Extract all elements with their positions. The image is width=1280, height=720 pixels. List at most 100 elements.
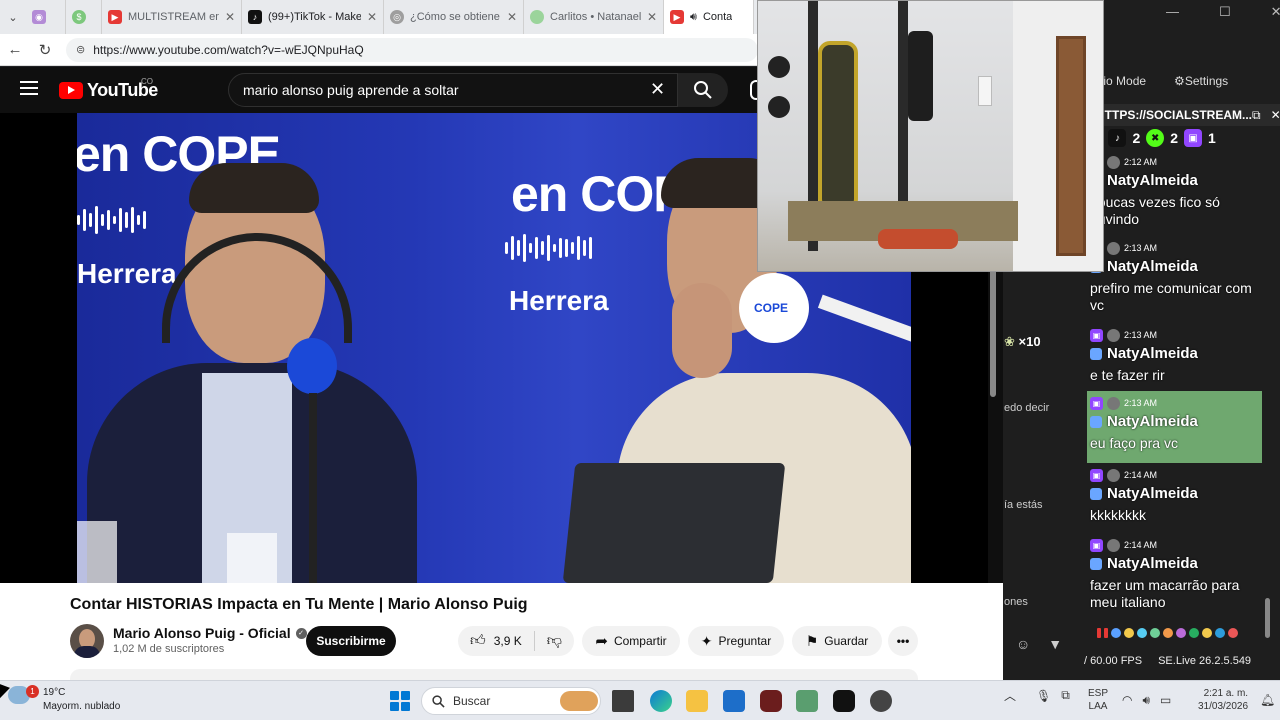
message-time: 2:14 AM	[1124, 470, 1158, 480]
app-shield-icon[interactable]	[760, 690, 782, 712]
preview-text-3: ones	[1004, 596, 1028, 608]
chat-feed[interactable]: ▣ 2:12 AM NatyAlmeida poucas vezes fico s…	[1087, 150, 1262, 650]
app-recorder-icon[interactable]	[870, 690, 892, 712]
message-text: kkkkkkkk	[1090, 507, 1146, 523]
message-text: prefiro me comunicar com vc	[1090, 280, 1252, 313]
page-scrollbar[interactable]	[990, 267, 996, 397]
username: NatyAlmeida	[1107, 413, 1198, 430]
username: NatyAlmeida	[1107, 172, 1198, 189]
chevron-up-icon[interactable]: ︿	[1004, 687, 1016, 704]
tab-list-dropdown-icon[interactable]: ⌄	[0, 0, 26, 34]
start-icon[interactable]	[390, 691, 410, 711]
username: NatyAlmeida	[1107, 555, 1198, 572]
description-box[interactable]	[70, 669, 918, 680]
avatar	[1107, 241, 1120, 255]
audio-icon[interactable]: 🔊︎	[690, 11, 697, 24]
twitch-icon: ▣	[1184, 129, 1203, 147]
task-view-icon[interactable]	[612, 690, 634, 712]
channel-avatar[interactable]	[70, 624, 104, 658]
message-time: 2:14 AM	[1124, 540, 1158, 550]
twitch-icon: ▣	[1090, 468, 1103, 482]
guest-hair	[189, 163, 319, 213]
browser-tab-0[interactable]: ◉	[26, 0, 66, 34]
popout-icon[interactable]: ⧉	[1252, 108, 1261, 123]
browser-tab-2[interactable]: ▶ MULTISTREAM en Ol ✕	[102, 0, 242, 34]
source-url-bar: HTTPS://SOCIALSTREAM... ⧉ ✕	[1090, 104, 1280, 126]
filter-icon[interactable]: ▼	[1048, 636, 1062, 652]
ask-button[interactable]: ✦ Preguntar	[688, 626, 784, 656]
twitch-icon: ▣	[1090, 396, 1103, 410]
fps-label: / 60.00 FPS	[1084, 655, 1143, 667]
more-actions-button[interactable]: •••	[888, 626, 918, 656]
save-button[interactable]: ⚑ Guardar	[792, 626, 882, 656]
emoji-icon[interactable]: ☺	[1016, 636, 1030, 652]
display-icon[interactable]: ⧉	[1061, 688, 1070, 703]
tiktok-icon[interactable]	[833, 690, 855, 712]
thumbs-up-icon: 👍︎	[470, 632, 486, 649]
search-icon	[432, 694, 445, 708]
message-text: eu faço pra vc	[1090, 435, 1178, 451]
notifications-icon[interactable]: 🔔︎	[1260, 693, 1275, 707]
clear-search-icon[interactable]: ✕	[650, 79, 665, 100]
back-icon[interactable]: ←	[0, 41, 30, 58]
minimize-icon[interactable]: —	[1166, 4, 1179, 20]
store-icon[interactable]	[723, 690, 745, 712]
close-window-icon[interactable]: ✕	[1271, 4, 1280, 20]
subscribe-button[interactable]: Suscribirme	[306, 626, 396, 656]
save-label: Guardar	[824, 634, 869, 648]
app-game-icon[interactable]	[796, 690, 818, 712]
taskbar-search[interactable]: Buscar	[421, 687, 601, 715]
close-icon[interactable]: ✕	[647, 10, 657, 24]
browser-tab-4[interactable]: ◎ ¿Cómo se obtiene u ✕	[384, 0, 524, 34]
menu-icon[interactable]	[20, 81, 38, 95]
version-label: SE.Live 26.2.5.549	[1158, 655, 1252, 667]
like-button[interactable]: 👍︎ 3,9 K	[458, 631, 535, 651]
browser-tab-3[interactable]: ♪ (99+)TikTok - Make Y ✕	[242, 0, 384, 34]
close-icon[interactable]: ✕	[367, 10, 377, 24]
language-indicator[interactable]: ESP LAA	[1088, 687, 1108, 713]
site-info-icon[interactable]: ⊜	[76, 43, 85, 56]
like-dislike-group: 👍︎ 3,9 K 👎︎	[458, 626, 574, 656]
browser-tab-active[interactable]: ▶ 🔊︎ Conta	[664, 0, 754, 34]
floor-object	[878, 229, 958, 249]
source-url: HTTPS://SOCIALSTREAM...	[1096, 108, 1252, 122]
clock[interactable]: 2:21 a. m. 31/03/2026	[1198, 687, 1248, 713]
close-source-icon[interactable]: ✕	[1271, 108, 1280, 123]
maximize-icon[interactable]: ☐	[1219, 4, 1231, 20]
platform-counters: % ♪ 2 ✖ 2 ▣ 1	[1090, 127, 1265, 149]
kick-count: 2	[1170, 130, 1179, 146]
search-input[interactable]: mario alonso puig aprende a soltar	[228, 73, 678, 107]
lang-top: ESP	[1088, 688, 1109, 699]
reload-icon[interactable]: ↻	[30, 41, 60, 59]
audio-wave-decoration	[505, 233, 592, 263]
spotify-icon	[530, 10, 544, 24]
file-explorer-icon[interactable]	[686, 690, 708, 712]
quick-settings[interactable]: ◠ 🔊︎ ▭	[1122, 693, 1171, 708]
share-button[interactable]: ➦ Compartir	[582, 626, 680, 656]
gym-handle	[908, 31, 933, 121]
browser-tab-1[interactable]: $	[66, 0, 102, 34]
chat-scrollbar[interactable]	[1265, 598, 1270, 638]
lang-bottom: LAA	[1088, 701, 1108, 712]
country-code: CO	[141, 77, 153, 86]
user-badge-icon	[1090, 415, 1102, 428]
settings-button[interactable]: ⚙Settings	[1174, 74, 1228, 88]
youtube-play-icon	[59, 82, 83, 99]
pulley-graphic	[768, 56, 790, 78]
close-icon[interactable]: ✕	[507, 10, 517, 24]
cup-graphic	[77, 521, 117, 583]
search-button[interactable]	[678, 73, 728, 107]
browser-tab-5[interactable]: Carlitos • Natanael C ✕	[524, 0, 664, 34]
close-icon[interactable]: ✕	[225, 10, 235, 24]
search-icon	[694, 81, 712, 99]
url-field[interactable]: ⊜ https://www.youtube.com/watch?v=-wEJQN…	[66, 37, 758, 62]
microphone-icon[interactable]: 🎙︎	[1036, 689, 1051, 703]
door-graphic	[1056, 36, 1086, 256]
channel-name[interactable]: Mario Alonso Puig - Oficial ✓	[113, 625, 307, 641]
edge-icon[interactable]	[650, 690, 672, 712]
youtube-icon: ▶	[670, 10, 684, 24]
webcam-overlay[interactable]	[757, 0, 1104, 272]
youtube-logo[interactable]: YouTube CO	[59, 77, 158, 101]
url-text: https://www.youtube.com/watch?v=-wEJQNpu…	[93, 42, 364, 57]
dislike-button[interactable]: 👎︎	[535, 632, 574, 650]
